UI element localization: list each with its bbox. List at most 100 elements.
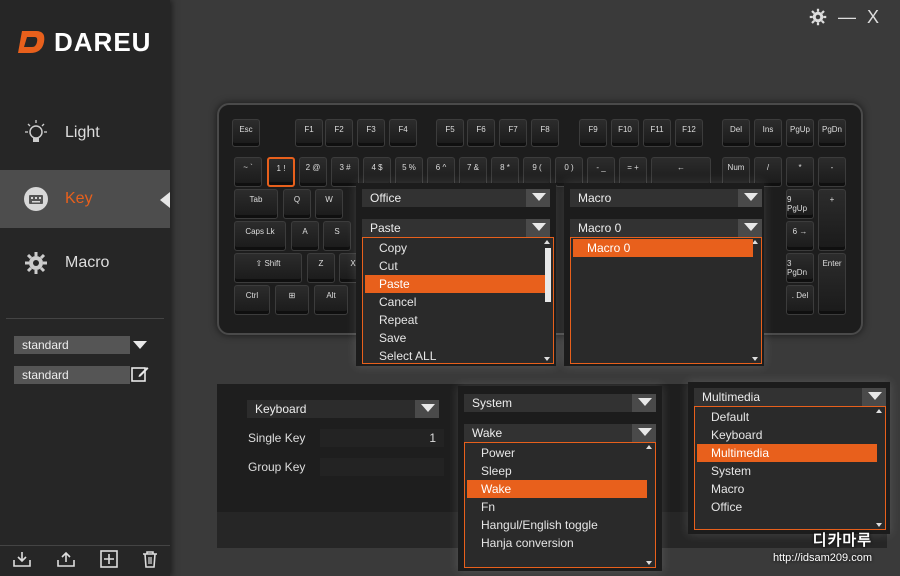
- keyboard-key[interactable]: Esc: [232, 119, 260, 147]
- office-action-list[interactable]: Copy Cut Paste Cancel Repeat Save Select ALL: [362, 237, 554, 364]
- keyboard-key[interactable]: F4: [389, 119, 417, 147]
- keyboard-key[interactable]: F5: [436, 119, 464, 147]
- keyboard-key[interactable]: 9 PgUp: [786, 189, 814, 219]
- list-option[interactable]: Save: [365, 329, 545, 347]
- system-action-select[interactable]: Wake: [464, 424, 656, 442]
- list-option[interactable]: Macro 0: [573, 239, 753, 257]
- list-option[interactable]: Sleep: [467, 462, 647, 480]
- keyboard-key[interactable]: 2 @: [299, 157, 327, 187]
- scroll-down-icon[interactable]: [752, 357, 758, 361]
- keyboard-key[interactable]: S: [323, 221, 351, 251]
- list-option[interactable]: Repeat: [365, 311, 545, 329]
- system-category-select[interactable]: System: [464, 394, 656, 412]
- category-select[interactable]: Office: [362, 189, 550, 207]
- settings-gear-icon[interactable]: [807, 6, 829, 28]
- macro-list[interactable]: Macro 0: [570, 237, 762, 364]
- list-option[interactable]: Power: [467, 444, 647, 462]
- keyboard-key[interactable]: F1: [295, 119, 323, 147]
- list-option[interactable]: Copy: [365, 239, 545, 257]
- scroll-down-icon[interactable]: [876, 523, 882, 527]
- keyboard-key[interactable]: F6: [467, 119, 495, 147]
- type-list[interactable]: Default Keyboard Multimedia System Macro Offi…: [694, 406, 886, 530]
- list-option[interactable]: Wake: [467, 480, 647, 498]
- trash-icon[interactable]: [142, 550, 158, 573]
- keyboard-key[interactable]: 3 #: [331, 157, 359, 187]
- list-option[interactable]: Hangul/English toggle: [467, 516, 647, 534]
- key-type-select[interactable]: Keyboard: [247, 400, 439, 418]
- list-option[interactable]: Select ALL: [365, 347, 545, 365]
- list-option[interactable]: Cancel: [365, 293, 545, 311]
- keyboard-key[interactable]: A: [291, 221, 319, 251]
- keyboard-key[interactable]: Caps Lk: [234, 221, 286, 251]
- list-option[interactable]: Hanja conversion: [467, 534, 647, 552]
- keyboard-key[interactable]: 6 →: [786, 221, 814, 251]
- group-key-field[interactable]: [320, 458, 444, 476]
- edit-icon[interactable]: [131, 365, 149, 383]
- minimize-button[interactable]: —: [836, 6, 858, 28]
- scrollbar-thumb[interactable]: [545, 248, 551, 302]
- chevron-down-icon: [744, 223, 758, 231]
- action-select[interactable]: Paste: [362, 219, 550, 237]
- keyboard-key[interactable]: Alt: [314, 285, 348, 315]
- keyboard-key[interactable]: Tab: [234, 189, 278, 219]
- macro-panel: Macro Macro 0 Macro 0: [564, 183, 764, 366]
- single-key-label: Single Key: [248, 431, 306, 445]
- keyboard-key[interactable]: . Del: [786, 285, 814, 315]
- keyboard-key[interactable]: F12: [675, 119, 703, 147]
- keyboard-key[interactable]: PgUp: [786, 119, 814, 147]
- chevron-down-icon[interactable]: [131, 336, 149, 354]
- keyboard-key[interactable]: F2: [325, 119, 353, 147]
- keyboard-key[interactable]: *: [786, 157, 814, 187]
- close-button[interactable]: X: [862, 6, 884, 28]
- list-option[interactable]: Multimedia: [697, 444, 877, 462]
- type-panel: Multimedia Default Keyboard Multimedia Syst…: [688, 382, 890, 534]
- profile-name-field[interactable]: standard: [14, 366, 130, 384]
- nav-light[interactable]: Light: [0, 104, 170, 162]
- keyboard-key[interactable]: W: [315, 189, 343, 219]
- keyboard-key[interactable]: 3 PgDn: [786, 253, 814, 283]
- nav-key[interactable]: Key: [0, 170, 170, 228]
- keyboard-key[interactable]: ~ `: [234, 157, 262, 187]
- keyboard-key[interactable]: Ctrl: [234, 285, 270, 315]
- list-option[interactable]: Macro: [697, 480, 877, 498]
- list-option[interactable]: Cut: [365, 257, 545, 275]
- keyboard-key[interactable]: F11: [643, 119, 671, 147]
- nav-macro[interactable]: Macro: [0, 234, 170, 292]
- keyboard-key[interactable]: F10: [611, 119, 639, 147]
- export-icon[interactable]: [56, 550, 76, 573]
- keyboard-key[interactable]: ⇧ Shift: [234, 253, 302, 283]
- import-icon[interactable]: [12, 550, 32, 573]
- list-option[interactable]: Paste: [365, 275, 545, 293]
- keyboard-key[interactable]: Enter: [818, 253, 846, 315]
- keyboard-key[interactable]: +: [818, 189, 846, 251]
- list-option[interactable]: Fn: [467, 498, 647, 516]
- list-option[interactable]: System: [697, 462, 877, 480]
- single-key-field[interactable]: 1: [320, 429, 444, 447]
- list-option[interactable]: Office: [697, 498, 877, 516]
- macro-select[interactable]: Macro 0: [570, 219, 762, 237]
- gear-icon: [22, 249, 50, 277]
- system-action-list[interactable]: Power Sleep Wake Fn Hangul/English toggle Han…: [464, 442, 656, 568]
- key-type-value: Keyboard: [255, 402, 307, 416]
- type-select[interactable]: Multimedia: [694, 388, 886, 406]
- keyboard-key[interactable]: ⊞: [275, 285, 309, 315]
- scroll-down-icon[interactable]: [646, 561, 652, 565]
- keyboard-key[interactable]: 1 !: [267, 157, 295, 187]
- keyboard-key[interactable]: Ins: [754, 119, 782, 147]
- keyboard-key[interactable]: Del: [722, 119, 750, 147]
- list-option[interactable]: Default: [697, 408, 877, 426]
- keyboard-key[interactable]: F7: [499, 119, 527, 147]
- keyboard-key[interactable]: -: [818, 157, 846, 187]
- keyboard-key[interactable]: Z: [307, 253, 335, 283]
- keyboard-key[interactable]: F3: [357, 119, 385, 147]
- keyboard-key[interactable]: F9: [579, 119, 607, 147]
- keyboard-key[interactable]: Q: [283, 189, 311, 219]
- macro-category-select[interactable]: Macro: [570, 189, 762, 207]
- list-option[interactable]: Keyboard: [697, 426, 877, 444]
- profile-select[interactable]: standard: [14, 336, 130, 354]
- nav-light-label: Light: [65, 124, 100, 141]
- keyboard-key[interactable]: F8: [531, 119, 559, 147]
- add-profile-icon[interactable]: [100, 549, 118, 573]
- scrollbar[interactable]: [545, 240, 551, 361]
- keyboard-key[interactable]: PgDn: [818, 119, 846, 147]
